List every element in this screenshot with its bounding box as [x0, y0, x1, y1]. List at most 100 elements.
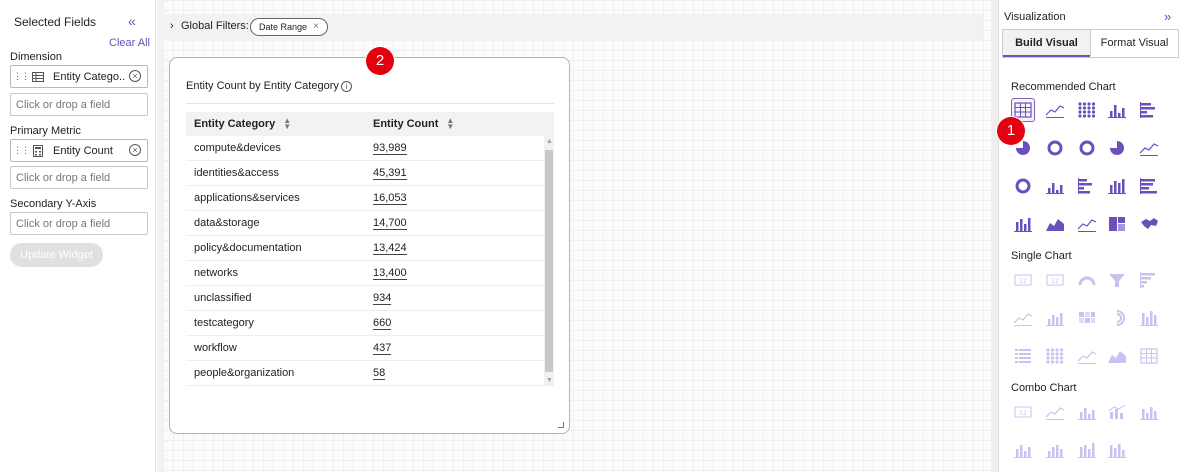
scrollbar-thumb[interactable] — [545, 150, 553, 372]
vertical-scrollbar[interactable]: ▲ ▼ — [544, 136, 554, 386]
combo-grouped-icon[interactable] — [1075, 438, 1099, 462]
column-header-entity-count[interactable]: Entity Count ▲ ▼ — [365, 117, 544, 131]
grouped-column-icon[interactable] — [1105, 174, 1129, 198]
remove-metric-icon[interactable]: × — [129, 144, 141, 156]
cell-entity-count-link[interactable]: 13,424 — [373, 242, 407, 255]
clear-all-link[interactable]: Clear All — [109, 37, 150, 49]
column-chart-icon[interactable] — [1043, 174, 1067, 198]
cell-entity-count-link[interactable]: 13,400 — [373, 267, 407, 280]
primary-metric-field[interactable]: ⋮⋮ Entity Count × — [10, 139, 148, 162]
combo-multi-bar-icon[interactable] — [1105, 438, 1129, 462]
treemap-icon[interactable] — [1105, 212, 1129, 236]
line-area-icon[interactable] — [1075, 212, 1099, 236]
cell-entity-count[interactable]: 45,391 — [365, 167, 544, 180]
svg-text:12: 12 — [1051, 278, 1059, 285]
collapse-right-icon[interactable]: » — [1164, 9, 1171, 24]
cell-entity-count[interactable]: 13,400 — [365, 267, 544, 280]
calculator-icon — [31, 144, 45, 157]
cell-entity-count[interactable]: 13,424 — [365, 242, 544, 255]
scroll-down-icon[interactable]: ▼ — [546, 377, 553, 384]
info-icon[interactable]: i — [340, 80, 352, 92]
update-widget-button[interactable]: Update Widget — [10, 243, 103, 267]
cell-entity-count-link[interactable]: 660 — [373, 317, 392, 330]
primary-metric-label: Primary Metric — [10, 125, 81, 137]
secondary-drop-zone[interactable]: Click or drop a field — [10, 212, 148, 235]
drag-handle-icon[interactable]: ⋮⋮ — [13, 146, 30, 155]
cell-entity-count-link[interactable]: 437 — [373, 342, 392, 355]
date-range-chip[interactable]: Date Range × — [250, 18, 328, 36]
sparkline-icon[interactable] — [1011, 306, 1035, 330]
cell-entity-count[interactable]: 16,053 — [365, 192, 544, 205]
area-chart-icon[interactable] — [1043, 212, 1067, 236]
cell-entity-count[interactable]: 660 — [365, 317, 544, 330]
close-icon[interactable]: × — [313, 19, 319, 35]
metric-drop-zone[interactable]: Click or drop a field — [10, 166, 148, 189]
resize-handle-icon[interactable] — [558, 422, 564, 428]
table-row: compute&devices 93,989 — [186, 136, 554, 161]
cell-entity-count[interactable]: 437 — [365, 342, 544, 355]
waterfall-chart-icon[interactable] — [1043, 306, 1067, 330]
radial-bar-icon[interactable] — [1105, 306, 1129, 330]
line-chart-light-icon[interactable] — [1137, 136, 1161, 160]
tab-build-visual[interactable]: Build Visual — [1003, 30, 1090, 57]
column-header-label: Entity Count — [373, 118, 439, 130]
bar-chart-icon[interactable] — [1105, 98, 1129, 122]
collapse-left-icon[interactable]: « — [128, 13, 136, 29]
chevron-right-icon[interactable]: › — [170, 20, 174, 32]
table-widget[interactable]: Entity Count by Entity Category i Entity… — [169, 57, 570, 434]
horizontal-bar-chart-icon[interactable] — [1137, 98, 1161, 122]
combo-line-icon[interactable] — [1043, 400, 1067, 424]
dimension-field[interactable]: ⋮⋮ Entity Catego... × — [10, 65, 148, 88]
cell-entity-category: applications&services — [194, 192, 300, 204]
cell-entity-count-link[interactable]: 58 — [373, 367, 386, 380]
ring-chart-icon[interactable] — [1011, 174, 1035, 198]
cell-entity-count-link[interactable]: 93,989 — [373, 142, 407, 155]
cell-entity-count-link[interactable]: 16,053 — [373, 192, 407, 205]
metric-card-icon[interactable]: 12 — [1043, 268, 1067, 292]
half-pie-chart-icon[interactable] — [1105, 136, 1129, 160]
boxplot-icon[interactable] — [1137, 306, 1161, 330]
funnel-chart-icon[interactable] — [1105, 268, 1129, 292]
list-chart-icon[interactable] — [1011, 344, 1035, 368]
stacked-bar-icon[interactable] — [1075, 174, 1099, 198]
pyramid-chart-icon[interactable] — [1137, 268, 1161, 292]
cell-entity-count-link[interactable]: 14,700 — [373, 217, 407, 230]
combo-pie-bar-icon[interactable] — [1011, 438, 1035, 462]
pivot-table-icon[interactable] — [1137, 344, 1161, 368]
gauge-chart-icon[interactable] — [1075, 268, 1099, 292]
combo-kpi-icon[interactable]: 12 — [1011, 400, 1035, 424]
kpi-card-icon[interactable]: 12 — [1011, 268, 1035, 292]
combo-bar-pie-icon[interactable] — [1043, 438, 1067, 462]
table-row: data&storage 14,700 — [186, 211, 554, 236]
stacked-hbar-icon[interactable] — [1137, 174, 1161, 198]
cell-entity-count-link[interactable]: 45,391 — [373, 167, 407, 180]
column-header-entity-category[interactable]: Entity Category ▲ ▼ — [186, 117, 365, 131]
remove-dimension-icon[interactable]: × — [129, 70, 141, 82]
cell-entity-count[interactable]: 14,700 — [365, 217, 544, 230]
combo-chart-label: Combo Chart — [1011, 382, 1077, 394]
donut-chart-icon[interactable] — [1043, 136, 1067, 160]
heatmap-icon[interactable] — [1075, 306, 1099, 330]
trend-line-icon[interactable] — [1075, 344, 1099, 368]
combo-bar-icon[interactable] — [1075, 400, 1099, 424]
cell-entity-count[interactable]: 93,989 — [365, 142, 544, 155]
tab-format-visual[interactable]: Format Visual — [1090, 30, 1178, 57]
bubble-chart-icon[interactable] — [1075, 98, 1099, 122]
mountain-chart-icon[interactable] — [1105, 344, 1129, 368]
sort-icon[interactable]: ▲ ▼ — [283, 117, 291, 131]
dimension-drop-zone[interactable]: Click or drop a field — [10, 93, 148, 116]
cell-entity-category: unclassified — [194, 292, 252, 304]
combo-bar-line-icon[interactable] — [1105, 400, 1129, 424]
world-map-icon[interactable] — [1137, 212, 1161, 236]
line-chart-icon[interactable] — [1043, 98, 1067, 122]
multi-line-chart-icon[interactable] — [1011, 212, 1035, 236]
cell-entity-count-link[interactable]: 934 — [373, 292, 392, 305]
scroll-up-icon[interactable]: ▲ — [546, 138, 553, 145]
drag-handle-icon[interactable]: ⋮⋮ — [13, 72, 30, 81]
cell-entity-count[interactable]: 58 — [365, 367, 544, 380]
scatter-chart-icon[interactable] — [1043, 344, 1067, 368]
combo-column-icon[interactable] — [1137, 400, 1161, 424]
cell-entity-count[interactable]: 934 — [365, 292, 544, 305]
sunburst-chart-icon[interactable] — [1075, 136, 1099, 160]
sort-icon[interactable]: ▲ ▼ — [446, 117, 454, 131]
